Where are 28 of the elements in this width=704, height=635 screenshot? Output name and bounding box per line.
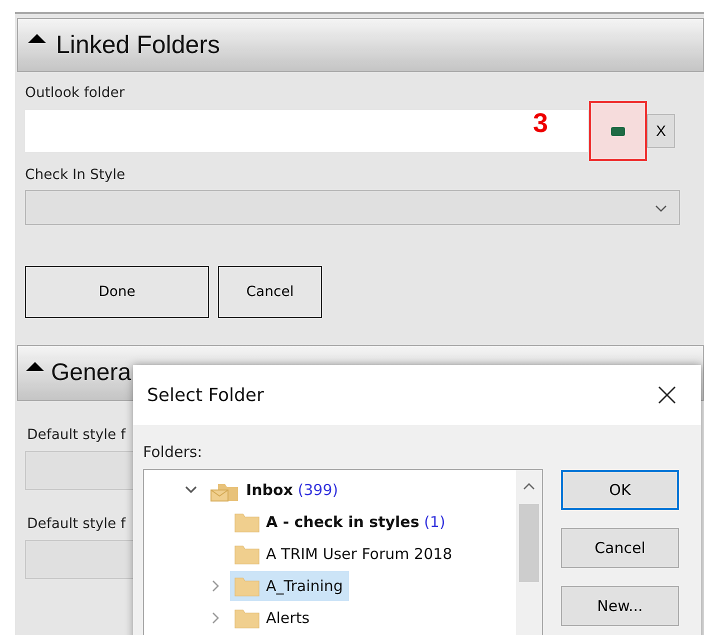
new-button[interactable]: New... xyxy=(561,586,679,626)
close-icon[interactable] xyxy=(657,385,677,405)
cancel-button[interactable]: Cancel xyxy=(561,528,679,568)
section-title: Linked Folders xyxy=(56,30,220,60)
annotation-number: 3 xyxy=(533,108,548,139)
section-header[interactable]: Linked Folders xyxy=(17,18,704,72)
folder-item[interactable]: A TRIM User Forum 2018 xyxy=(230,539,458,569)
field-label: Check In Style xyxy=(25,167,126,183)
dialog-title: Select Folder xyxy=(147,384,264,406)
check-in-style-dropdown[interactable] xyxy=(25,190,680,225)
cancel-button[interactable]: Cancel xyxy=(218,266,322,318)
chevron-down-icon xyxy=(655,205,667,212)
field-label: Outlook folder xyxy=(25,85,125,101)
folder-item[interactable]: Alerts xyxy=(230,603,316,633)
outlook-folder-field[interactable] xyxy=(25,110,588,152)
browse-button[interactable] xyxy=(589,101,647,161)
field-label: Default style f xyxy=(27,516,126,532)
folder-item[interactable]: Inbox (399) xyxy=(206,475,344,505)
folder-item[interactable]: A_Training xyxy=(230,571,349,601)
scrollbar[interactable] xyxy=(516,470,542,635)
folder-item[interactable]: A - check in styles (1) xyxy=(230,507,452,537)
field-label: Default style f xyxy=(27,427,126,443)
folders-label: Folders: xyxy=(143,443,204,461)
scroll-up-icon[interactable] xyxy=(523,482,535,490)
section-title: Genera xyxy=(51,359,132,387)
clear-button[interactable]: X xyxy=(647,114,675,148)
ok-button[interactable]: OK xyxy=(561,470,679,510)
done-button[interactable]: Done xyxy=(25,266,209,318)
